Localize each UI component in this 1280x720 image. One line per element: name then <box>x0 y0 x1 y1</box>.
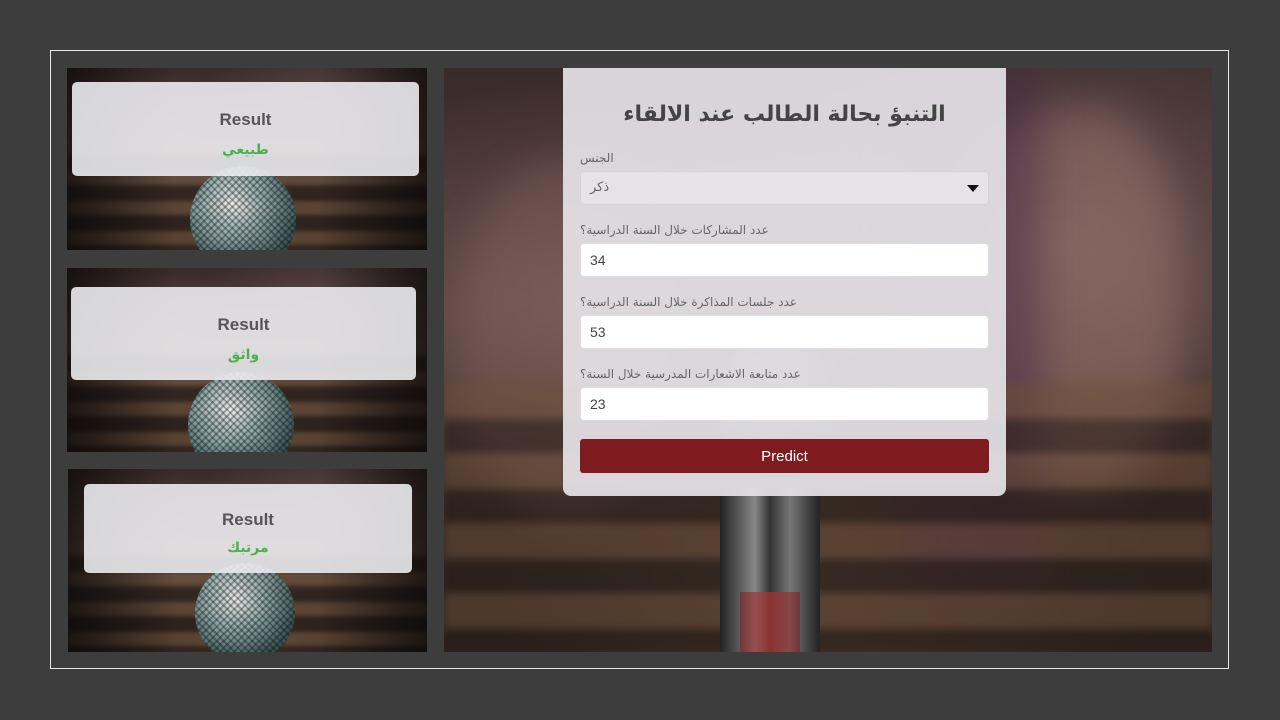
result-title: Result <box>219 110 272 129</box>
prediction-form: التنبؤ بحالة الطالب عند الالقاء الجنس ذك… <box>563 68 1006 496</box>
result-card: Result مرتبك <box>84 484 412 573</box>
result-value: طبيعي <box>222 142 269 158</box>
result-value: مرتبك <box>227 540 269 556</box>
result-card: Result واثق <box>71 287 416 380</box>
microphone-image <box>195 563 295 652</box>
gender-selected-value: ذكر <box>590 180 610 195</box>
result-title: Result <box>222 510 274 529</box>
participations-input[interactable] <box>580 243 989 277</box>
result-value: واثق <box>227 347 260 363</box>
study-sessions-label: عدد جلسات المذاكرة خلال السنة الدراسية؟ <box>580 295 798 309</box>
gender-label: الجنس <box>580 151 614 165</box>
predict-button[interactable]: Predict <box>580 439 989 473</box>
result-title: Result <box>217 315 270 334</box>
result-panel-3: Result مرتبك <box>68 469 427 652</box>
study-sessions-input[interactable] <box>580 315 989 349</box>
result-panel-2: Result واثق <box>67 268 427 452</box>
form-title: التنبؤ بحالة الطالب عند الالقاء <box>623 102 946 127</box>
result-card: Result طبيعي <box>72 82 419 176</box>
notifications-input[interactable] <box>580 387 989 421</box>
microphone-stand <box>720 488 820 652</box>
result-panel-1: Result طبيعي <box>67 68 427 250</box>
participations-label: عدد المشاركات خلال السنة الدراسية؟ <box>580 223 769 237</box>
notifications-label: عدد متابعة الاشعارات المدرسية خلال السنة… <box>580 367 801 381</box>
gender-select[interactable]: ذكر <box>580 171 989 205</box>
chevron-down-icon <box>967 185 979 192</box>
